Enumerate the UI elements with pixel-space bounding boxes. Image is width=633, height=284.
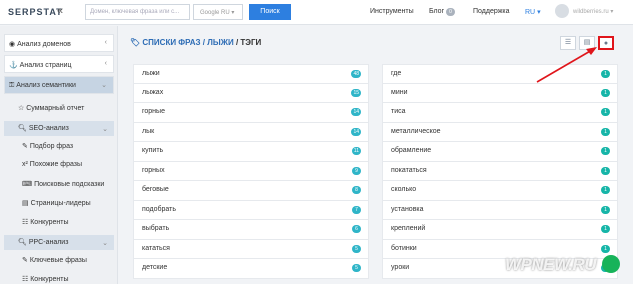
annotation-arrow: [536, 47, 597, 83]
watermark-text: WPNEW.RU: [505, 255, 597, 274]
chat-bubble-icon[interactable]: [602, 255, 620, 273]
